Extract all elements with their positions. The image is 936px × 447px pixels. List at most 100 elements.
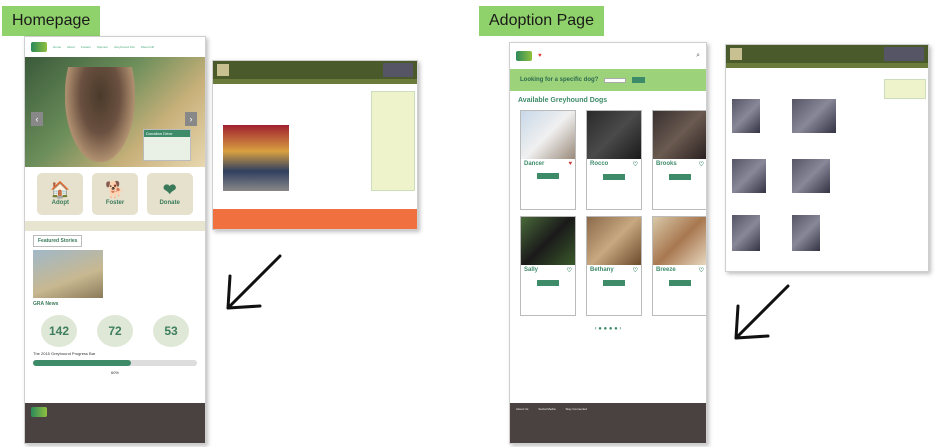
old-photo	[223, 125, 289, 191]
adoption-page-mockup: ♥ ⌕ Looking for a specific dog? Availabl…	[509, 42, 707, 444]
foster-tile[interactable]: 🐕 Foster	[91, 173, 138, 215]
dog-photo	[587, 217, 641, 265]
homepage-footer	[25, 403, 205, 443]
heart-icon[interactable]: ♥	[568, 161, 572, 167]
old-dog-thumb	[732, 99, 760, 133]
more-info-button[interactable]	[537, 173, 559, 179]
heart-icon[interactable]: ♡	[699, 161, 704, 168]
dog-photo	[521, 217, 575, 265]
dog-name: Bethany ♡	[590, 267, 638, 274]
nav-item[interactable]: About GR	[141, 45, 154, 49]
arrow-icon	[226, 254, 282, 310]
old-nav	[213, 79, 417, 84]
pagination[interactable]: ‹ ● ● ● ● ›	[510, 320, 706, 332]
old-dog-thumb	[732, 215, 760, 251]
search-icon[interactable]: ⌕	[696, 52, 700, 60]
progress-percent: 60%	[110, 370, 119, 375]
adoption-header: ♥ ⌕	[510, 43, 706, 69]
adoption-page-label: Adoption Page	[479, 6, 604, 36]
nav-item[interactable]: Home	[53, 45, 61, 49]
adopt-tile[interactable]: 🏠 Adopt	[37, 173, 84, 215]
dog-card[interactable]: Breeze ♡	[652, 216, 706, 316]
search-button[interactable]	[632, 77, 646, 83]
footer-section: Stay Connected	[565, 407, 587, 411]
homepage-nav: Home About Fosters Sponsor Greyhound Inf…	[53, 45, 154, 49]
more-info-button[interactable]	[537, 280, 559, 286]
stat-paw: 53	[153, 315, 189, 347]
stat-paws: 142 72 53	[25, 311, 205, 351]
more-info-button[interactable]	[603, 174, 625, 180]
heart-hand-icon: ❤	[162, 182, 177, 199]
old-footer	[213, 209, 417, 229]
dog-photo	[653, 217, 706, 265]
dog-name: Dancer ♥	[524, 161, 572, 167]
old-header	[213, 61, 417, 79]
progress-label: The 2015 Greyhound Progress Bar	[33, 351, 96, 356]
dog-photo	[653, 111, 706, 159]
dog-photo	[521, 111, 575, 159]
nav-item[interactable]: Sponsor	[97, 45, 108, 49]
heart-icon[interactable]: ♡	[633, 161, 638, 168]
more-info-button[interactable]	[669, 174, 691, 180]
dog-card[interactable]: Dancer ♥	[520, 110, 576, 210]
section-divider	[25, 221, 205, 231]
dog-name: Breeze ♡	[656, 267, 704, 274]
more-info-button[interactable]	[669, 280, 691, 286]
dog-card[interactable]: Brooks ♡	[652, 110, 706, 210]
tile-label: Donate	[159, 200, 180, 206]
chevron-right-icon[interactable]: ›	[185, 112, 197, 126]
homepage-label: Homepage	[2, 6, 101, 36]
chevron-left-icon[interactable]: ‹	[31, 112, 43, 126]
homepage-header: Home About Fosters Sponsor Greyhound Inf…	[25, 37, 205, 57]
donate-tile[interactable]: ❤ Donate	[146, 173, 193, 215]
heart-icon[interactable]: ♡	[633, 267, 638, 274]
heart-icon[interactable]: ♡	[699, 267, 704, 274]
old-sidebar	[884, 79, 926, 99]
dog-name: Brooks ♡	[656, 161, 704, 168]
old-dog-thumb	[732, 159, 766, 193]
dog-grid: Dancer ♥ Rocco ♡ Brooks ♡ Sally ♡ Bethany ♡ B…	[510, 106, 706, 320]
dog-house-icon: 🐕	[105, 182, 125, 199]
more-info-button[interactable]	[603, 280, 625, 286]
old-sidebar	[371, 91, 415, 191]
footer-logo	[31, 407, 47, 417]
dog-photo	[587, 111, 641, 159]
old-logo	[730, 48, 742, 60]
stat-paw: 142	[41, 315, 77, 347]
nav-item[interactable]: Fosters	[81, 45, 91, 49]
gra-news-title: GRA News	[33, 301, 59, 307]
tile-label: Adopt	[51, 200, 69, 206]
nav-item[interactable]: About	[67, 45, 75, 49]
dog-name: Sally ♡	[524, 267, 572, 274]
old-nav	[726, 63, 928, 68]
old-dog-thumb	[792, 99, 836, 133]
donation-card[interactable]: Donation Drive	[143, 129, 191, 161]
filter-select[interactable]	[604, 77, 627, 83]
progress-fill	[33, 360, 132, 366]
hero-dog-image	[65, 67, 135, 162]
old-logo	[217, 64, 229, 76]
footer-section: Social Media	[538, 407, 556, 411]
dog-card[interactable]: Rocco ♡	[586, 110, 642, 210]
dog-name: Rocco ♡	[590, 161, 638, 168]
old-dog-thumb	[792, 215, 820, 251]
nav-item[interactable]: Greyhound Info	[114, 45, 135, 49]
featured-section: Featured Stories GRA News	[25, 231, 205, 311]
search-title: Looking for a specific dog?	[520, 77, 599, 83]
old-header-photo	[884, 47, 924, 61]
donation-title: Donation Drive	[144, 130, 190, 137]
featured-image	[33, 250, 103, 298]
logo	[516, 51, 532, 61]
heart-icon[interactable]: ♡	[567, 267, 572, 274]
old-dog-thumb	[792, 159, 830, 193]
old-homepage-screenshot	[212, 60, 418, 230]
adoption-footer: About Us Social Media Stay Connected	[510, 403, 706, 443]
dog-card[interactable]: Bethany ♡	[586, 216, 642, 316]
old-header	[726, 45, 928, 63]
dog-card[interactable]: Sally ♡	[520, 216, 576, 316]
action-tiles: 🏠 Adopt 🐕 Foster ❤ Donate	[25, 167, 205, 221]
tile-label: Foster	[105, 200, 125, 206]
featured-title: Featured Stories	[33, 235, 83, 247]
arrow-icon	[734, 284, 790, 340]
heart-icon[interactable]: ♥	[538, 53, 542, 59]
